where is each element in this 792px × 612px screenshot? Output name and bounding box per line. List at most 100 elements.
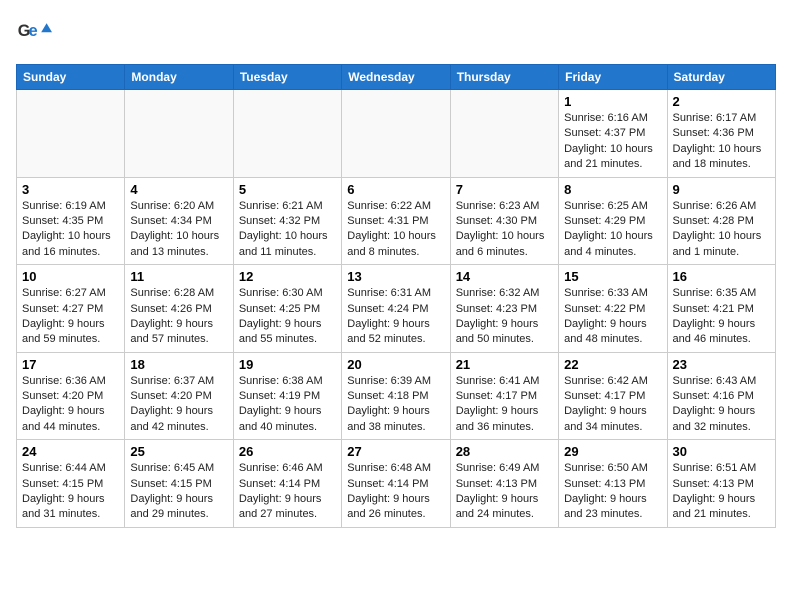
day-number: 24 bbox=[22, 444, 119, 459]
day-info: Sunrise: 6:31 AM Sunset: 4:24 PM Dayligh… bbox=[347, 286, 444, 348]
day-cell-11: 11 Sunrise: 6:28 AM Sunset: 4:26 PM Dayli… bbox=[125, 265, 233, 353]
day-info: Sunrise: 6:38 AM Sunset: 4:19 PM Dayligh… bbox=[239, 374, 336, 436]
day-number: 18 bbox=[130, 357, 227, 372]
day-info: Sunrise: 6:48 AM Sunset: 4:14 PM Dayligh… bbox=[347, 461, 444, 523]
calendar-body: 1 Sunrise: 6:16 AM Sunset: 4:37 PM Daylig… bbox=[17, 90, 776, 528]
day-number: 7 bbox=[456, 182, 553, 197]
logo: G e bbox=[16, 16, 56, 52]
day-number: 19 bbox=[239, 357, 336, 372]
calendar-header: SundayMondayTuesdayWednesdayThursdayFrid… bbox=[17, 65, 776, 90]
day-number: 10 bbox=[22, 269, 119, 284]
day-cell-15: 15Sunrise: 6:33 AM Sunset: 4:22 PM Dayli… bbox=[559, 265, 667, 353]
day-cell-29: 29 Sunrise: 6:50 AM Sunset: 4:13 PM Dayli… bbox=[559, 440, 667, 528]
day-cell-27: 27 Sunrise: 6:48 AM Sunset: 4:14 PM Dayli… bbox=[342, 440, 450, 528]
day-info: Sunrise: 6:21 AM Sunset: 4:32 PM Dayligh… bbox=[239, 199, 336, 261]
day-number: 4 bbox=[130, 182, 227, 197]
calendar-week-row: 10 Sunrise: 6:27 AM Sunset: 4:27 PM Dayli… bbox=[17, 265, 776, 353]
empty-cell bbox=[17, 90, 125, 178]
day-info: Sunrise: 6:36 AM Sunset: 4:20 PM Dayligh… bbox=[22, 374, 119, 436]
column-header-saturday: Saturday bbox=[667, 65, 775, 90]
calendar-week-row: 1 Sunrise: 6:16 AM Sunset: 4:37 PM Daylig… bbox=[17, 90, 776, 178]
day-info: Sunrise: 6:20 AM Sunset: 4:34 PM Dayligh… bbox=[130, 199, 227, 261]
day-cell-12: 12 Sunrise: 6:30 AM Sunset: 4:25 PM Dayli… bbox=[233, 265, 341, 353]
day-info: Sunrise: 6:16 AM Sunset: 4:37 PM Dayligh… bbox=[564, 111, 661, 173]
day-info: Sunrise: 6:19 AM Sunset: 4:35 PM Dayligh… bbox=[22, 199, 119, 261]
day-number: 27 bbox=[347, 444, 444, 459]
day-cell-5: 5 Sunrise: 6:21 AM Sunset: 4:32 PM Daylig… bbox=[233, 177, 341, 265]
calendar-header-row: SundayMondayTuesdayWednesdayThursdayFrid… bbox=[17, 65, 776, 90]
day-number: 23 bbox=[673, 357, 770, 372]
day-cell-26: 26 Sunrise: 6:46 AM Sunset: 4:14 PM Dayli… bbox=[233, 440, 341, 528]
day-info: Sunrise: 6:51 AM Sunset: 4:13 PM Dayligh… bbox=[673, 461, 770, 523]
day-info: Sunrise: 6:28 AM Sunset: 4:26 PM Dayligh… bbox=[130, 286, 227, 348]
day-info: Sunrise: 6:46 AM Sunset: 4:14 PM Dayligh… bbox=[239, 461, 336, 523]
day-cell-6: 6 Sunrise: 6:22 AM Sunset: 4:31 PM Daylig… bbox=[342, 177, 450, 265]
day-number: 20 bbox=[347, 357, 444, 372]
day-cell-1: 1 Sunrise: 6:16 AM Sunset: 4:37 PM Daylig… bbox=[559, 90, 667, 178]
day-info: Sunrise: 6:42 AM Sunset: 4:17 PM Dayligh… bbox=[564, 374, 661, 436]
day-number: 3 bbox=[22, 182, 119, 197]
empty-cell bbox=[233, 90, 341, 178]
day-number: 17 bbox=[22, 357, 119, 372]
calendar-table: SundayMondayTuesdayWednesdayThursdayFrid… bbox=[16, 64, 776, 528]
svg-text:e: e bbox=[29, 22, 38, 40]
day-number: 5 bbox=[239, 182, 336, 197]
day-info: Sunrise: 6:26 AM Sunset: 4:28 PM Dayligh… bbox=[673, 199, 770, 261]
day-cell-25: 25Sunrise: 6:45 AM Sunset: 4:15 PM Dayli… bbox=[125, 440, 233, 528]
column-header-friday: Friday bbox=[559, 65, 667, 90]
calendar-week-row: 24 Sunrise: 6:44 AM Sunset: 4:15 PM Dayli… bbox=[17, 440, 776, 528]
day-cell-3: 3 Sunrise: 6:19 AM Sunset: 4:35 PM Daylig… bbox=[17, 177, 125, 265]
day-info: Sunrise: 6:25 AM Sunset: 4:29 PM Dayligh… bbox=[564, 199, 661, 261]
day-cell-19: 19 Sunrise: 6:38 AM Sunset: 4:19 PM Dayli… bbox=[233, 352, 341, 440]
empty-cell bbox=[342, 90, 450, 178]
day-number: 28 bbox=[456, 444, 553, 459]
day-cell-7: 7 Sunrise: 6:23 AM Sunset: 4:30 PM Daylig… bbox=[450, 177, 558, 265]
day-info: Sunrise: 6:37 AM Sunset: 4:20 PM Dayligh… bbox=[130, 374, 227, 436]
day-info: Sunrise: 6:43 AM Sunset: 4:16 PM Dayligh… bbox=[673, 374, 770, 436]
day-info: Sunrise: 6:27 AM Sunset: 4:27 PM Dayligh… bbox=[22, 286, 119, 348]
day-cell-14: 14Sunrise: 6:32 AM Sunset: 4:23 PM Dayli… bbox=[450, 265, 558, 353]
day-info: Sunrise: 6:45 AM Sunset: 4:15 PM Dayligh… bbox=[130, 461, 227, 523]
day-cell-10: 10 Sunrise: 6:27 AM Sunset: 4:27 PM Dayli… bbox=[17, 265, 125, 353]
day-number: 6 bbox=[347, 182, 444, 197]
day-number: 22 bbox=[564, 357, 661, 372]
day-info: Sunrise: 6:33 AM Sunset: 4:22 PM Dayligh… bbox=[564, 286, 661, 348]
day-cell-4: 4 Sunrise: 6:20 AM Sunset: 4:34 PM Daylig… bbox=[125, 177, 233, 265]
day-number: 16 bbox=[673, 269, 770, 284]
day-number: 21 bbox=[456, 357, 553, 372]
day-number: 11 bbox=[130, 269, 227, 284]
day-cell-24: 24 Sunrise: 6:44 AM Sunset: 4:15 PM Dayli… bbox=[17, 440, 125, 528]
day-cell-13: 13 Sunrise: 6:31 AM Sunset: 4:24 PM Dayli… bbox=[342, 265, 450, 353]
day-cell-8: 8 Sunrise: 6:25 AM Sunset: 4:29 PM Daylig… bbox=[559, 177, 667, 265]
day-number: 9 bbox=[673, 182, 770, 197]
day-number: 14 bbox=[456, 269, 553, 284]
day-number: 26 bbox=[239, 444, 336, 459]
column-header-wednesday: Wednesday bbox=[342, 65, 450, 90]
empty-cell bbox=[450, 90, 558, 178]
calendar-week-row: 17 Sunrise: 6:36 AM Sunset: 4:20 PM Dayli… bbox=[17, 352, 776, 440]
day-info: Sunrise: 6:30 AM Sunset: 4:25 PM Dayligh… bbox=[239, 286, 336, 348]
day-cell-18: 18 Sunrise: 6:37 AM Sunset: 4:20 PM Dayli… bbox=[125, 352, 233, 440]
day-number: 12 bbox=[239, 269, 336, 284]
column-header-sunday: Sunday bbox=[17, 65, 125, 90]
day-cell-28: 28 Sunrise: 6:49 AM Sunset: 4:13 PM Dayli… bbox=[450, 440, 558, 528]
day-cell-16: 16 Sunrise: 6:35 AM Sunset: 4:21 PM Dayli… bbox=[667, 265, 775, 353]
day-number: 1 bbox=[564, 94, 661, 109]
day-info: Sunrise: 6:35 AM Sunset: 4:21 PM Dayligh… bbox=[673, 286, 770, 348]
empty-cell bbox=[125, 90, 233, 178]
day-cell-17: 17 Sunrise: 6:36 AM Sunset: 4:20 PM Dayli… bbox=[17, 352, 125, 440]
day-info: Sunrise: 6:49 AM Sunset: 4:13 PM Dayligh… bbox=[456, 461, 553, 523]
day-number: 8 bbox=[564, 182, 661, 197]
day-info: Sunrise: 6:50 AM Sunset: 4:13 PM Dayligh… bbox=[564, 461, 661, 523]
day-info: Sunrise: 6:41 AM Sunset: 4:17 PM Dayligh… bbox=[456, 374, 553, 436]
day-number: 13 bbox=[347, 269, 444, 284]
column-header-monday: Monday bbox=[125, 65, 233, 90]
day-info: Sunrise: 6:23 AM Sunset: 4:30 PM Dayligh… bbox=[456, 199, 553, 261]
day-info: Sunrise: 6:22 AM Sunset: 4:31 PM Dayligh… bbox=[347, 199, 444, 261]
day-cell-9: 9 Sunrise: 6:26 AM Sunset: 4:28 PM Daylig… bbox=[667, 177, 775, 265]
day-cell-2: 2Sunrise: 6:17 AM Sunset: 4:36 PM Daylig… bbox=[667, 90, 775, 178]
day-cell-23: 23 Sunrise: 6:43 AM Sunset: 4:16 PM Dayli… bbox=[667, 352, 775, 440]
day-number: 30 bbox=[673, 444, 770, 459]
day-number: 29 bbox=[564, 444, 661, 459]
day-info: Sunrise: 6:44 AM Sunset: 4:15 PM Dayligh… bbox=[22, 461, 119, 523]
